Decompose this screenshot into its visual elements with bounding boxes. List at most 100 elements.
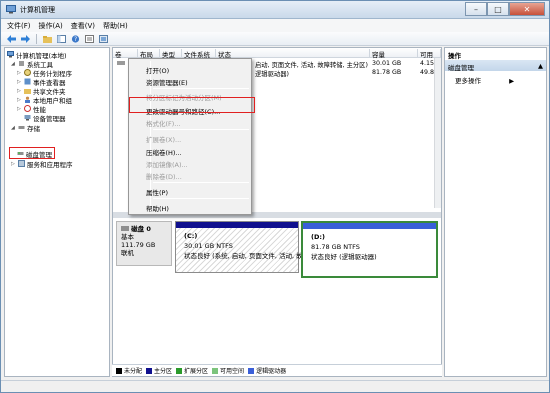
expand-arrow-icon[interactable]: ▷ — [17, 106, 22, 112]
menu-file[interactable]: 文件(F) — [7, 21, 31, 31]
logical-drive-bar — [303, 223, 436, 229]
legend-primary: 主分区 — [146, 366, 172, 375]
event-viewer-icon — [24, 78, 31, 85]
volume-icon — [117, 60, 125, 68]
tree-label-device-manager: 设备管理器 — [33, 114, 66, 123]
tree-label-storage: 存储 — [27, 124, 40, 133]
menu-bar: 文件(F) 操作(A) 查看(V) 帮助(H) — [1, 19, 549, 32]
up-folder-icon[interactable] — [42, 34, 53, 44]
partition-d[interactable]: (D:) 81.78 GB NTFS 状态良好 (逻辑驱动器) — [301, 221, 438, 278]
menu-view[interactable]: 查看(V) — [71, 21, 95, 31]
disk-size: 111.79 GB — [121, 241, 156, 249]
menu-item-delete[interactable]: 删除卷(D)... — [146, 171, 182, 181]
menu-item-format[interactable]: 格式化(F)... — [146, 118, 181, 128]
actions-header: 操作 — [445, 48, 546, 60]
partition-c[interactable]: (C:) 30.01 GB NTFS 状态良好 (系统, 启动, 页面文件, 活… — [175, 221, 303, 273]
partition-c-label: (C:) — [184, 232, 198, 240]
tools-icon — [19, 61, 24, 66]
expand-arrow-icon[interactable]: ▷ — [11, 161, 16, 167]
col-filesystem[interactable]: 文件系统 — [182, 49, 216, 59]
minimize-button[interactable]: – — [465, 2, 487, 16]
storage-icon — [18, 126, 25, 129]
forward-icon[interactable] — [20, 34, 31, 44]
col-volume[interactable]: 卷 — [113, 49, 138, 59]
performance-icon — [24, 105, 31, 112]
legend-extended: 扩展分区 — [176, 366, 208, 375]
menu-separator — [153, 129, 249, 130]
menu-item-help[interactable]: 帮助(H) — [146, 203, 169, 213]
col-layout[interactable]: 布局 — [138, 49, 160, 59]
change-drive-letter-highlight — [129, 97, 255, 113]
tree-item-device-manager[interactable]: 设备管理器 — [24, 113, 66, 123]
show-hide-tree-icon[interactable] — [56, 34, 67, 44]
refresh-icon[interactable] — [98, 34, 109, 44]
menu-item-shrink[interactable]: 压缩卷(H)... — [146, 147, 182, 157]
menu-item-properties[interactable]: 属性(P) — [146, 187, 168, 197]
submenu-arrow-icon: ▶ — [509, 77, 515, 85]
toolbar: ? — [1, 32, 549, 46]
menu-action[interactable]: 操作(A) — [39, 21, 63, 31]
col-capacity[interactable]: 容量 — [370, 49, 418, 59]
more-actions-link[interactable]: 更多操作 ▶ — [455, 75, 514, 85]
legend-logical-drive: 逻辑驱动器 — [248, 366, 286, 375]
collapse-arrow-icon[interactable]: ◢ — [11, 61, 16, 67]
menu-item-explorer[interactable]: 资源管理器(E) — [146, 77, 188, 87]
disk-type: 基本 — [121, 233, 134, 241]
menu-help[interactable]: 帮助(H) — [103, 21, 128, 31]
disk-management-highlight — [9, 147, 55, 159]
disk-state: 联机 — [121, 249, 134, 257]
users-icon — [25, 96, 30, 103]
disk-icon — [121, 226, 129, 231]
col-status[interactable]: 状态 — [216, 49, 370, 59]
partition-c-status: 状态良好 (系统, 启动, 页面文件, 活动, 故 — [184, 252, 303, 260]
vertical-scrollbar[interactable] — [434, 58, 441, 208]
collapse-up-icon[interactable]: ▲ — [538, 62, 543, 70]
partition-c-size: 30.01 GB NTFS — [184, 242, 233, 250]
partition-d-size: 81.78 GB NTFS — [311, 243, 360, 251]
primary-partition-bar — [176, 222, 298, 228]
menu-separator — [153, 182, 249, 183]
collapse-arrow-icon[interactable]: ◢ — [11, 125, 16, 131]
help-icon[interactable]: ? — [70, 34, 81, 44]
tree-item-storage[interactable]: ◢ 存储 — [11, 123, 40, 133]
menu-separator — [153, 198, 249, 199]
partition-d-status: 状态良好 (逻辑驱动器) — [311, 253, 377, 261]
computer-icon — [7, 51, 14, 58]
folder-icon — [24, 89, 31, 94]
menu-item-add-mirror[interactable]: 添加镜像(A)... — [146, 159, 188, 169]
tree-label-services: 服务和应用程序 — [27, 160, 73, 169]
context-menu: 打开(O) 资源管理器(E) 将分区标记为活动分区(M) 更改驱动器号和路径(C… — [128, 58, 252, 215]
status-bar — [1, 380, 549, 392]
expand-arrow-icon[interactable]: ▷ — [17, 97, 22, 103]
row-c-status: 启动, 页面文件, 活动, 故障转储, 主分区) — [255, 62, 368, 69]
row-d-capacity: 81.78 GB — [372, 69, 402, 76]
close-button[interactable]: ✕ — [509, 2, 545, 16]
col-free[interactable]: 可用 — [418, 49, 441, 59]
title-bar[interactable]: 计算机管理 – □ ✕ — [1, 1, 549, 19]
properties-icon[interactable] — [84, 34, 95, 44]
menu-item-open[interactable]: 打开(O) — [146, 65, 169, 75]
actions-section-label: 磁盘管理 — [448, 64, 474, 72]
back-icon[interactable] — [6, 34, 17, 44]
actions-disk-management[interactable]: 磁盘管理 ▲ — [445, 60, 546, 72]
column-headers: 卷 布局 类型 文件系统 状态 容量 可用 — [113, 48, 441, 59]
actions-pane: 操作 磁盘管理 ▲ 更多操作 ▶ — [444, 47, 547, 377]
maximize-button[interactable]: □ — [487, 2, 509, 16]
clock-icon — [24, 69, 31, 76]
expand-arrow-icon[interactable]: ▷ — [17, 79, 22, 85]
menu-item-extend[interactable]: 扩展卷(X)... — [146, 134, 181, 144]
services-icon — [18, 160, 25, 167]
disk-name: 磁盘 0 — [131, 225, 151, 233]
disk-0-label[interactable]: 磁盘 0 基本 111.79 GB 联机 — [116, 221, 172, 266]
expand-arrow-icon[interactable]: ▷ — [17, 70, 22, 76]
legend-unallocated: 未分配 — [116, 366, 142, 375]
row-d-status: 逻辑驱动器) — [255, 71, 289, 78]
tree-item-services[interactable]: ▷ 服务和应用程序 — [11, 159, 73, 169]
partition-d-label: (D:) — [311, 233, 325, 241]
computer-management-icon — [6, 5, 16, 14]
navigation-tree: 计算机管理(本地) ◢ 系统工具 ▷ 任务计划程序 ▷ 事件查看器 ▷ 共享文件… — [4, 47, 110, 377]
device-manager-icon — [24, 115, 31, 121]
expand-arrow-icon[interactable]: ▷ — [17, 88, 22, 94]
disk-legend: 未分配 主分区 扩展分区 可用空间 逻辑驱动器 — [112, 364, 442, 376]
col-type[interactable]: 类型 — [160, 49, 182, 59]
